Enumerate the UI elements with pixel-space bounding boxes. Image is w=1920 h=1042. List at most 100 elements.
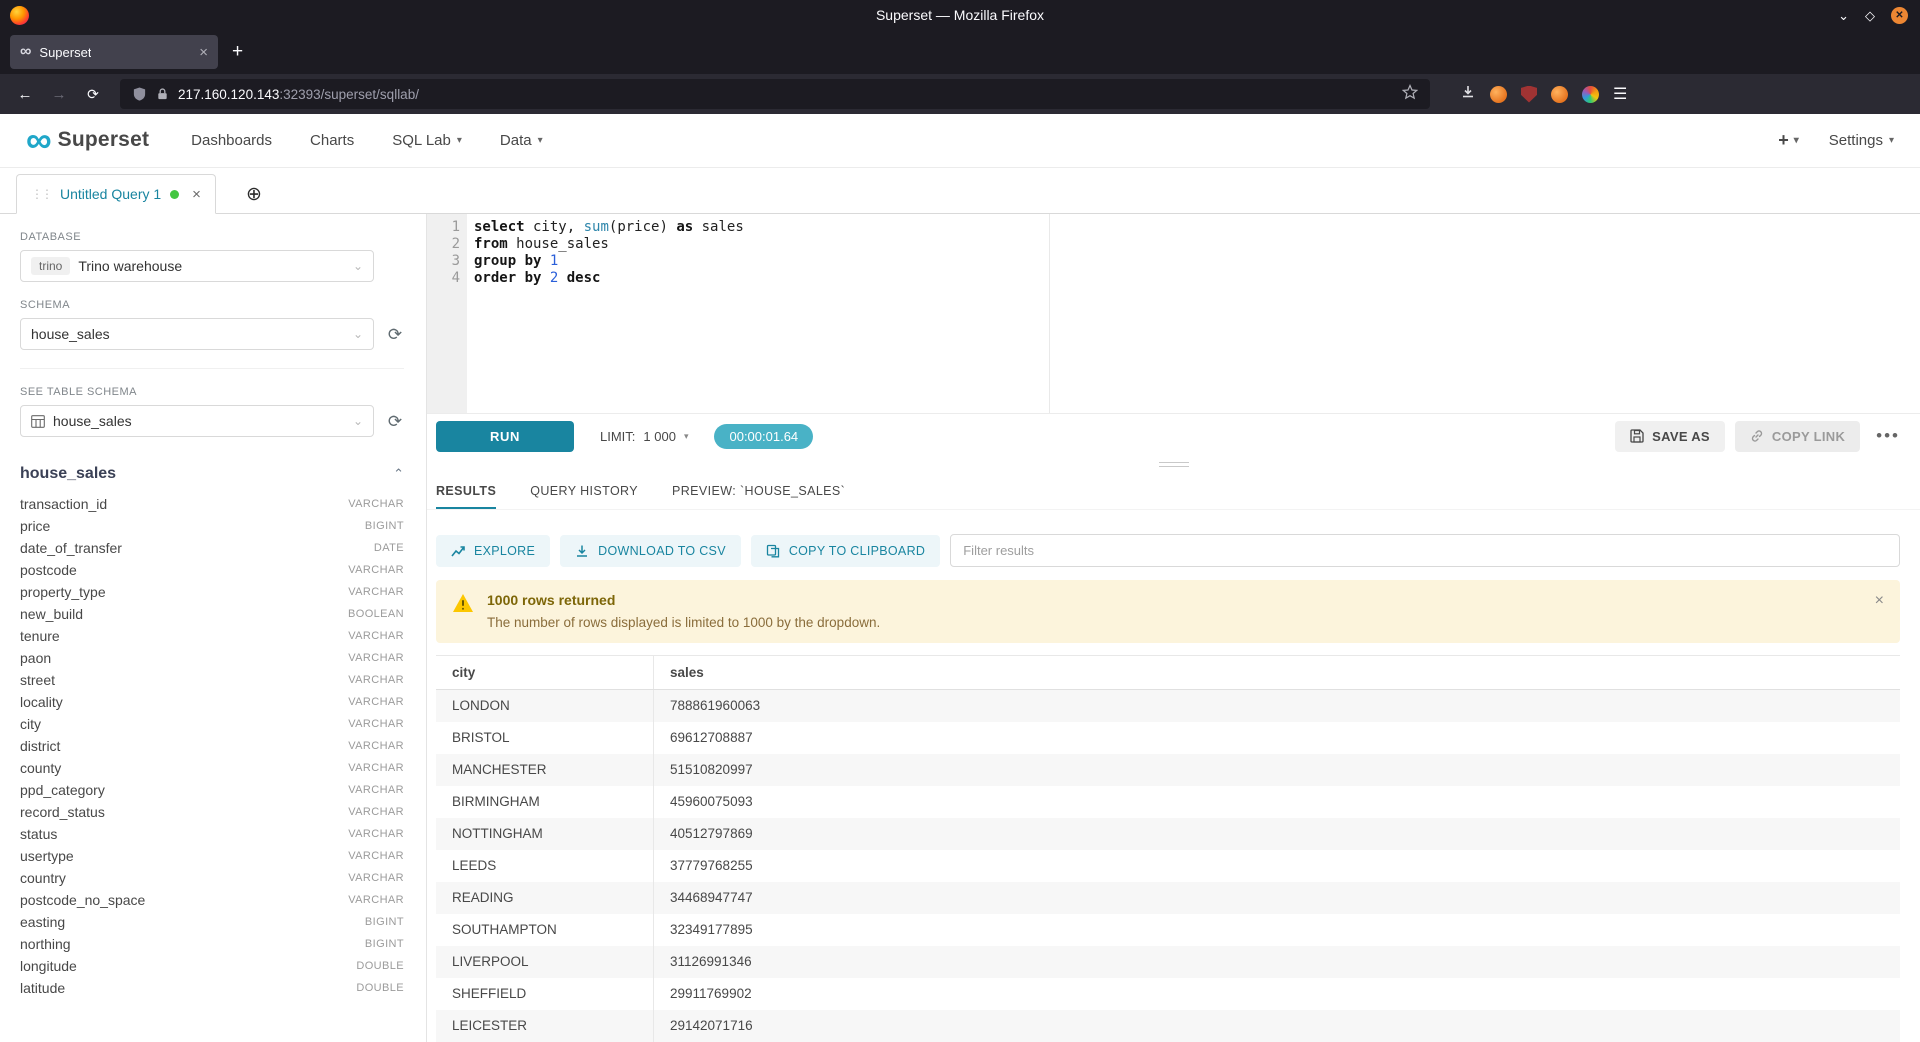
query-tab[interactable]: ⋮⋮ Untitled Query 1 ×	[16, 174, 216, 214]
add-new-button[interactable]: +▾	[1778, 130, 1799, 151]
column-row[interactable]: new_buildBOOLEAN	[20, 603, 404, 625]
minimize-icon[interactable]: ⌄	[1838, 9, 1849, 22]
table-row[interactable]: LEICESTER29142071716	[436, 1010, 1900, 1042]
run-button[interactable]: RUN	[436, 421, 574, 452]
table-cell: 29911769902	[654, 978, 1900, 1010]
table-row[interactable]: SOUTHAMPTON32349177895	[436, 914, 1900, 946]
column-row[interactable]: countyVARCHAR	[20, 757, 404, 779]
column-name: ppd_category	[20, 782, 105, 798]
nav-item-charts[interactable]: Charts	[310, 132, 354, 149]
alert-close-icon[interactable]: ×	[1875, 592, 1884, 610]
sql-editor-panel: 1234 select city, sum(price) as salesfro…	[427, 214, 1920, 1042]
column-type: BIGINT	[365, 916, 404, 928]
superset-brand[interactable]: ∞ Superset	[26, 126, 149, 155]
bookmark-star-icon[interactable]	[1402, 84, 1418, 105]
column-row[interactable]: tenureVARCHAR	[20, 625, 404, 647]
column-row[interactable]: date_of_transferDATE	[20, 537, 404, 559]
column-type: BIGINT	[365, 938, 404, 950]
extension-orange-icon[interactable]	[1551, 86, 1568, 103]
table-row[interactable]: BIRMINGHAM45960075093	[436, 786, 1900, 818]
column-row[interactable]: statusVARCHAR	[20, 823, 404, 845]
screen: Superset — Mozilla Firefox ⌄ ◇ ✕ ∞ Super…	[0, 0, 1920, 1042]
save-as-button[interactable]: SAVE AS	[1615, 421, 1725, 452]
print-margin-line	[1049, 214, 1050, 413]
table-row[interactable]: LEEDS37779768255	[436, 850, 1900, 882]
reload-button[interactable]: ⟳	[78, 80, 108, 108]
column-row[interactable]: priceBIGINT	[20, 515, 404, 537]
schema-select[interactable]: house_sales ⌄	[20, 318, 374, 350]
window-title: Superset — Mozilla Firefox	[0, 7, 1920, 23]
extension-shield-icon[interactable]	[1521, 86, 1537, 103]
window-close-icon[interactable]: ✕	[1891, 7, 1908, 24]
results-table-body: LONDON788861960063BRISTOL69612708887MANC…	[436, 690, 1900, 1042]
app-nav: Dashboards Charts SQL Lab▾ Data▾	[191, 132, 542, 149]
column-row[interactable]: record_statusVARCHAR	[20, 801, 404, 823]
nav-item-dashboards[interactable]: Dashboards	[191, 132, 272, 149]
results-tab-bar: RESULTS QUERY HISTORY PREVIEW: `HOUSE_SA…	[427, 472, 1920, 510]
nav-item-data[interactable]: Data▾	[500, 132, 543, 149]
tab-preview-house-sales[interactable]: PREVIEW: `HOUSE_SALES`	[672, 472, 845, 509]
column-row[interactable]: streetVARCHAR	[20, 669, 404, 691]
collapse-table-icon[interactable]: ⌃	[393, 466, 404, 482]
refresh-table-icon[interactable]: ⟳	[386, 413, 404, 430]
table-name[interactable]: house_sales	[20, 465, 116, 483]
column-row[interactable]: property_typeVARCHAR	[20, 581, 404, 603]
downloads-icon[interactable]	[1460, 84, 1476, 105]
back-button[interactable]: ←	[10, 80, 40, 108]
column-row[interactable]: districtVARCHAR	[20, 735, 404, 757]
more-options-button[interactable]: •••	[1870, 426, 1906, 446]
tab-results[interactable]: RESULTS	[436, 472, 496, 509]
column-row[interactable]: paonVARCHAR	[20, 647, 404, 669]
query-tab-close-icon[interactable]: ×	[192, 186, 201, 203]
maximize-icon[interactable]: ◇	[1865, 9, 1875, 22]
column-row[interactable]: postcodeVARCHAR	[20, 559, 404, 581]
column-type: VARCHAR	[348, 718, 404, 730]
nav-item-sql-lab[interactable]: SQL Lab▾	[392, 132, 462, 149]
table-row[interactable]: LIVERPOOL31126991346	[436, 946, 1900, 978]
extension-badger-icon[interactable]	[1490, 86, 1507, 103]
table-row[interactable]: BRISTOL69612708887	[436, 722, 1900, 754]
column-row[interactable]: postcode_no_spaceVARCHAR	[20, 889, 404, 911]
column-row[interactable]: localityVARCHAR	[20, 691, 404, 713]
browser-tab[interactable]: ∞ Superset ×	[10, 35, 218, 69]
copy-link-button[interactable]: COPY LINK	[1735, 421, 1860, 452]
url-bar[interactable]: 217.160.120.143:32393/superset/sqllab/	[120, 79, 1430, 109]
table-row[interactable]: READING34468947747	[436, 882, 1900, 914]
column-row[interactable]: eastingBIGINT	[20, 911, 404, 933]
table-row[interactable]: NOTTINGHAM40512797869	[436, 818, 1900, 850]
editor-code[interactable]: select city, sum(price) as salesfrom hou…	[467, 214, 1920, 413]
tab-query-history[interactable]: QUERY HISTORY	[530, 472, 638, 509]
column-row[interactable]: ppd_categoryVARCHAR	[20, 779, 404, 801]
column-row[interactable]: latitudeDOUBLE	[20, 977, 404, 999]
add-query-tab-button[interactable]: ⊕	[246, 185, 262, 204]
refresh-schema-icon[interactable]: ⟳	[386, 326, 404, 343]
column-row[interactable]: northingBIGINT	[20, 933, 404, 955]
limit-dropdown[interactable]: LIMIT: 1 000 ▾	[600, 429, 688, 444]
query-tab-bar: ⋮⋮ Untitled Query 1 × ⊕	[0, 168, 1920, 214]
new-tab-button[interactable]: +	[232, 41, 243, 63]
column-row[interactable]: countryVARCHAR	[20, 867, 404, 889]
menu-icon[interactable]: ☰	[1613, 84, 1627, 104]
table-row[interactable]: MANCHESTER51510820997	[436, 754, 1900, 786]
tab-close-icon[interactable]: ×	[199, 44, 208, 61]
column-row[interactable]: usertypeVARCHAR	[20, 845, 404, 867]
sql-editor[interactable]: 1234 select city, sum(price) as salesfro…	[427, 214, 1920, 414]
table-schema-select[interactable]: house_sales ⌄	[20, 405, 374, 437]
panel-splitter[interactable]	[427, 458, 1920, 472]
forward-button[interactable]: →	[44, 80, 74, 108]
table-row[interactable]: SHEFFIELD29911769902	[436, 978, 1900, 1010]
column-row[interactable]: transaction_idVARCHAR	[20, 493, 404, 515]
settings-menu[interactable]: Settings▾	[1829, 132, 1894, 149]
explore-button[interactable]: EXPLORE	[436, 535, 550, 567]
download-csv-button[interactable]: DOWNLOAD TO CSV	[560, 535, 741, 567]
database-select[interactable]: trino Trino warehouse ⌄	[20, 250, 374, 282]
extension-pinwheel-icon[interactable]	[1582, 86, 1599, 103]
table-row[interactable]: LONDON788861960063	[436, 690, 1900, 722]
filter-results-input[interactable]	[950, 534, 1900, 567]
column-row[interactable]: cityVARCHAR	[20, 713, 404, 735]
copy-to-clipboard-button[interactable]: COPY TO CLIPBOARD	[751, 535, 940, 567]
column-header-city[interactable]: city	[436, 656, 654, 689]
drag-handle-icon[interactable]: ⋮⋮	[31, 187, 51, 201]
column-header-sales[interactable]: sales	[654, 656, 1900, 689]
column-row[interactable]: longitudeDOUBLE	[20, 955, 404, 977]
